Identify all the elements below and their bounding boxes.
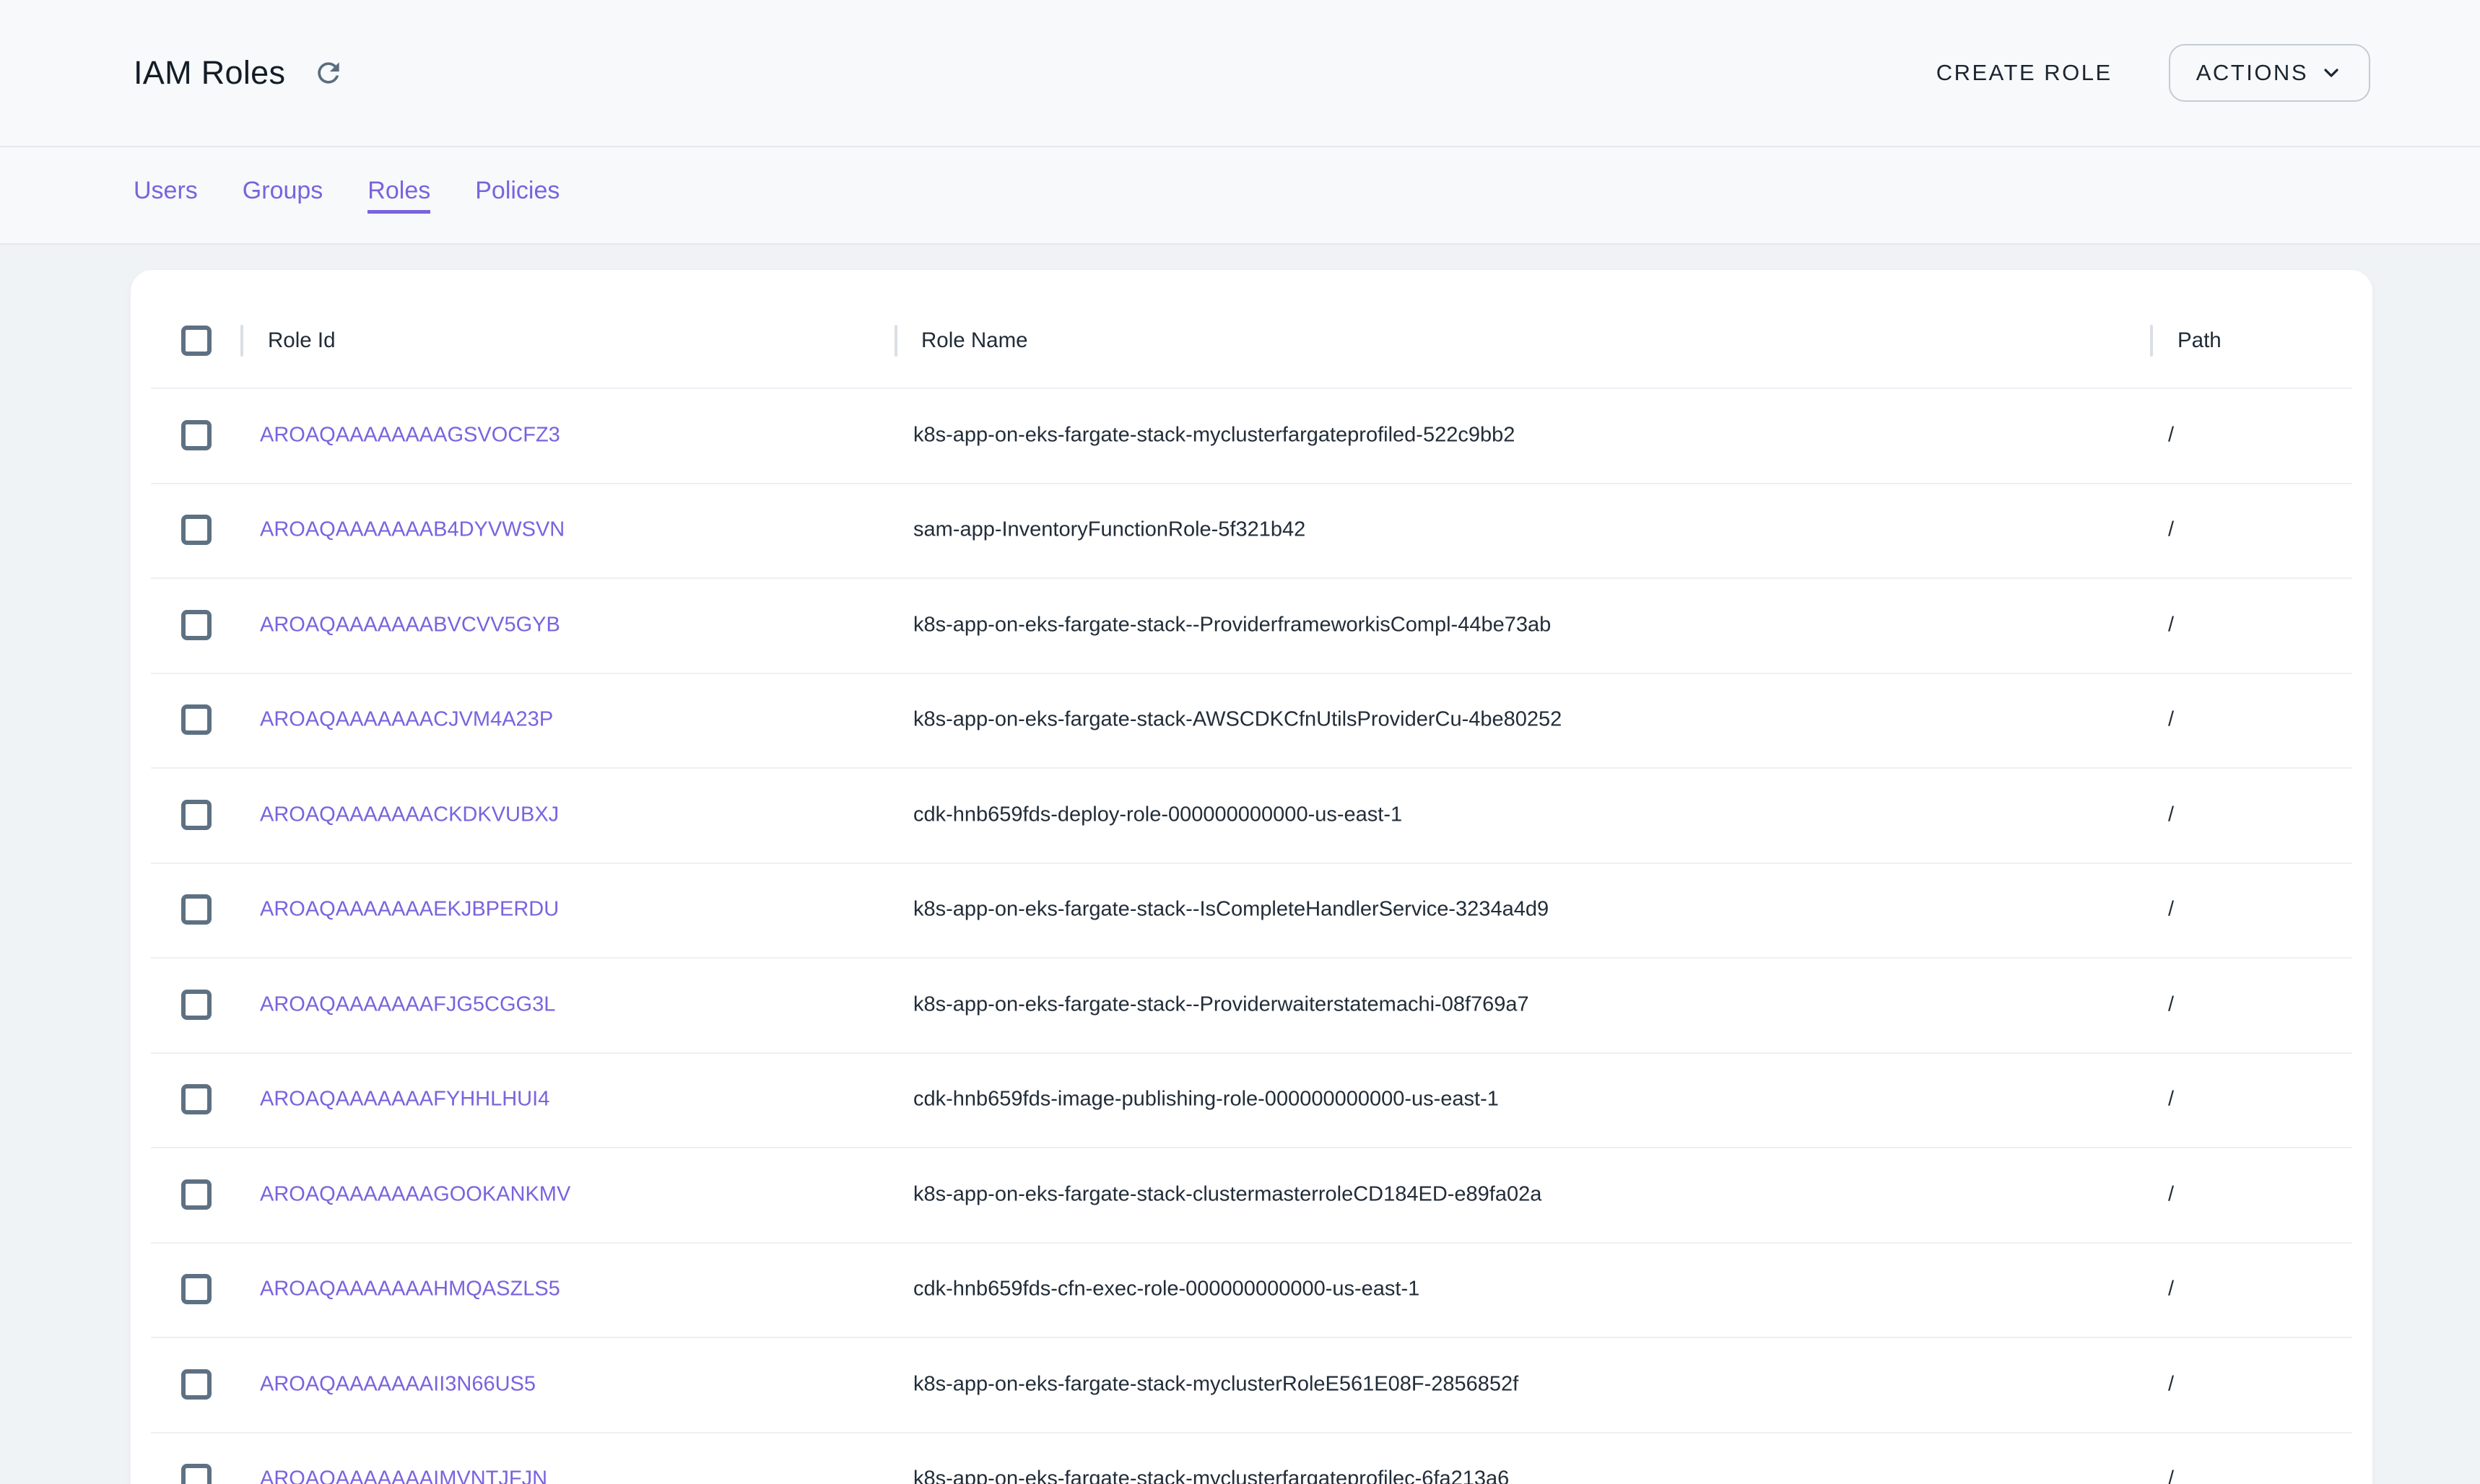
path-cell: / bbox=[2168, 1088, 2174, 1112]
path-cell: / bbox=[2168, 518, 2174, 542]
row-checkbox[interactable] bbox=[181, 1464, 212, 1484]
column-header-role-id: Role Id bbox=[268, 328, 335, 353]
iam-tabbar: Users Groups Roles Policies bbox=[0, 147, 2480, 245]
table-row: AROAQAAAAAAABVCVV5GYB k8s-app-on-eks-far… bbox=[131, 577, 2372, 673]
row-checkbox[interactable] bbox=[181, 420, 212, 450]
row-checkbox[interactable] bbox=[181, 1274, 212, 1304]
role-name-cell: k8s-app-on-eks-fargate-stack-AWSCDKCfnUt… bbox=[913, 708, 1562, 732]
tab-groups[interactable]: Groups bbox=[243, 177, 323, 214]
row-checkbox[interactable] bbox=[181, 894, 212, 925]
role-id-link[interactable]: AROAQAAAAAAAFJG5CGG3L bbox=[260, 992, 555, 1016]
role-id-link[interactable]: AROAQAAAAAAAIMVNTJFJN bbox=[260, 1467, 547, 1484]
path-cell: / bbox=[2168, 1372, 2174, 1396]
role-id-link[interactable]: AROAQAAAAAAACJVM4A23P bbox=[260, 708, 553, 732]
row-checkbox[interactable] bbox=[181, 1179, 212, 1210]
path-cell: / bbox=[2168, 1182, 2174, 1206]
tab-policies[interactable]: Policies bbox=[475, 177, 560, 214]
path-cell: / bbox=[2168, 1467, 2174, 1484]
role-name-cell: sam-app-InventoryFunctionRole-5f321b42 bbox=[913, 518, 1305, 542]
table-row: AROAQAAAAAAAHMQASZLS5 cdk-hnb659fds-cfn-… bbox=[131, 1242, 2372, 1337]
tab-users[interactable]: Users bbox=[134, 177, 198, 214]
table-body: AROAQAAAAAAAAGSVOCFZ3 k8s-app-on-eks-far… bbox=[131, 388, 2372, 1484]
role-name-cell: k8s-app-on-eks-fargate-stack-myclusterRo… bbox=[913, 1372, 1518, 1396]
table-row: AROAQAAAAAAAAGSVOCFZ3 k8s-app-on-eks-far… bbox=[131, 388, 2372, 483]
role-id-link[interactable]: AROAQAAAAAAAGOOKANKMV bbox=[260, 1182, 570, 1206]
role-id-link[interactable]: AROAQAAAAAAAFYHHLHUI4 bbox=[260, 1088, 549, 1112]
path-cell: / bbox=[2168, 1278, 2174, 1301]
role-id-link[interactable]: AROAQAAAAAAAHMQASZLS5 bbox=[260, 1278, 560, 1301]
row-checkbox[interactable] bbox=[181, 1084, 212, 1114]
column-divider bbox=[2150, 325, 2153, 357]
table-header-row: Role Id Role Name Path bbox=[131, 270, 2372, 388]
role-name-cell: cdk-hnb659fds-deploy-role-000000000000-u… bbox=[913, 803, 1402, 826]
role-name-cell: k8s-app-on-eks-fargate-stack--IsComplete… bbox=[913, 898, 1549, 922]
path-cell: / bbox=[2168, 803, 2174, 826]
role-id-link[interactable]: AROAQAAAAAAAB4DYVWSVN bbox=[260, 518, 565, 542]
create-role-button[interactable]: CREATE ROLE bbox=[1926, 53, 2123, 93]
table-row: AROAQAAAAAAAII3N66US5 k8s-app-on-eks-far… bbox=[131, 1337, 2372, 1432]
path-cell: / bbox=[2168, 898, 2174, 922]
role-id-link[interactable]: AROAQAAAAAAAEKJBPERDU bbox=[260, 898, 559, 922]
select-all-checkbox[interactable] bbox=[181, 326, 212, 356]
path-cell: / bbox=[2168, 708, 2174, 732]
path-cell: / bbox=[2168, 423, 2174, 447]
row-checkbox[interactable] bbox=[181, 610, 212, 640]
table-row: AROAQAAAAAAAFYHHLHUI4 cdk-hnb659fds-imag… bbox=[131, 1052, 2372, 1148]
row-checkbox[interactable] bbox=[181, 990, 212, 1020]
table-row: AROAQAAAAAAACJVM4A23P k8s-app-on-eks-far… bbox=[131, 673, 2372, 768]
role-name-cell: k8s-app-on-eks-fargate-stack-myclusterfa… bbox=[913, 423, 1515, 447]
table-row: AROAQAAAAAAAGOOKANKMV k8s-app-on-eks-far… bbox=[131, 1147, 2372, 1242]
table-row: AROAQAAAAAAAIMVNTJFJN k8s-app-on-eks-far… bbox=[131, 1432, 2372, 1484]
table-row: AROAQAAAAAAAFJG5CGG3L k8s-app-on-eks-far… bbox=[131, 957, 2372, 1052]
page-title: IAM Roles bbox=[134, 54, 285, 92]
roles-table-card: Role Id Role Name Path AROAQAAAAAAAAGSVO… bbox=[131, 270, 2372, 1484]
column-divider bbox=[240, 325, 243, 357]
role-id-link[interactable]: AROAQAAAAAAAAGSVOCFZ3 bbox=[260, 423, 560, 447]
table-row: AROAQAAAAAAAEKJBPERDU k8s-app-on-eks-far… bbox=[131, 863, 2372, 958]
column-header-path: Path bbox=[2177, 328, 2222, 353]
role-name-cell: cdk-hnb659fds-cfn-exec-role-000000000000… bbox=[913, 1278, 1419, 1301]
role-id-link[interactable]: AROAQAAAAAAAII3N66US5 bbox=[260, 1372, 536, 1396]
table-row: AROAQAAAAAAACKDKVUBXJ cdk-hnb659fds-depl… bbox=[131, 767, 2372, 863]
actions-button[interactable]: ACTIONS bbox=[2169, 44, 2370, 102]
row-checkbox[interactable] bbox=[181, 1369, 212, 1400]
role-name-cell: cdk-hnb659fds-image-publishing-role-0000… bbox=[913, 1088, 1499, 1112]
row-checkbox[interactable] bbox=[181, 515, 212, 545]
role-id-link[interactable]: AROAQAAAAAAACKDKVUBXJ bbox=[260, 803, 559, 826]
role-id-link[interactable]: AROAQAAAAAAABVCVV5GYB bbox=[260, 613, 560, 637]
row-checkbox[interactable] bbox=[181, 704, 212, 735]
role-name-cell: k8s-app-on-eks-fargate-stack--Providerfr… bbox=[913, 613, 1551, 637]
column-divider bbox=[895, 325, 897, 357]
role-name-cell: k8s-app-on-eks-fargate-stack-clustermast… bbox=[913, 1182, 1541, 1206]
main-content: Role Id Role Name Path AROAQAAAAAAAAGSVO… bbox=[0, 245, 2480, 1484]
path-cell: / bbox=[2168, 992, 2174, 1016]
tab-roles[interactable]: Roles bbox=[367, 177, 430, 214]
role-name-cell: k8s-app-on-eks-fargate-stack-myclusterfa… bbox=[913, 1467, 1509, 1484]
refresh-icon bbox=[313, 57, 344, 89]
app-header: IAM Roles CREATE ROLE ACTIONS bbox=[0, 0, 2480, 147]
column-header-role-name: Role Name bbox=[921, 328, 1028, 353]
row-checkbox[interactable] bbox=[181, 800, 212, 830]
path-cell: / bbox=[2168, 613, 2174, 637]
role-name-cell: k8s-app-on-eks-fargate-stack--Providerwa… bbox=[913, 992, 1529, 1016]
actions-button-label: ACTIONS bbox=[2196, 60, 2308, 86]
refresh-button[interactable] bbox=[310, 54, 347, 92]
table-row: AROAQAAAAAAAB4DYVWSVN sam-app-InventoryF… bbox=[131, 483, 2372, 578]
chevron-down-icon bbox=[2320, 61, 2343, 84]
